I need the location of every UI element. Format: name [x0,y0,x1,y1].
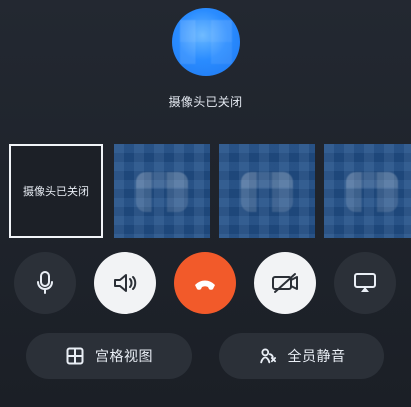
participant-video-tile[interactable] [219,144,315,238]
mute-all-button[interactable]: 全员静音 [219,333,384,379]
call-screen: 摄像头已关闭 摄像头已关闭 宫格视图 全员静音 [0,0,411,407]
hangup-icon [190,274,220,292]
speaker-icon [110,270,140,296]
microphone-button[interactable] [14,252,76,314]
grid-view-button[interactable]: 宫格视图 [26,333,192,379]
airplay-icon [352,271,378,295]
screen-share-button[interactable] [334,252,396,314]
participant-video-tile[interactable] [324,144,411,238]
microphone-icon [34,269,56,297]
self-video-tile[interactable]: 摄像头已关闭 [9,144,103,238]
hangup-button[interactable] [174,252,236,314]
mute-all-label: 全员静音 [287,349,346,365]
call-controls [0,252,411,316]
avatar[interactable] [172,8,240,76]
participant-avatar [241,172,293,212]
self-video-label: 摄像头已关闭 [23,185,89,198]
people-mute-icon [258,346,278,366]
participant-video-tile[interactable] [114,144,210,238]
grid-icon [65,346,85,366]
camera-off-status: 摄像头已关闭 [168,95,243,109]
speaker-button[interactable] [94,252,156,314]
grid-view-label: 宫格视图 [95,349,153,365]
participant-avatar [346,172,398,212]
camera-off-icon [269,270,301,296]
participant-avatar [136,172,188,212]
camera-toggle-button[interactable] [254,252,316,314]
